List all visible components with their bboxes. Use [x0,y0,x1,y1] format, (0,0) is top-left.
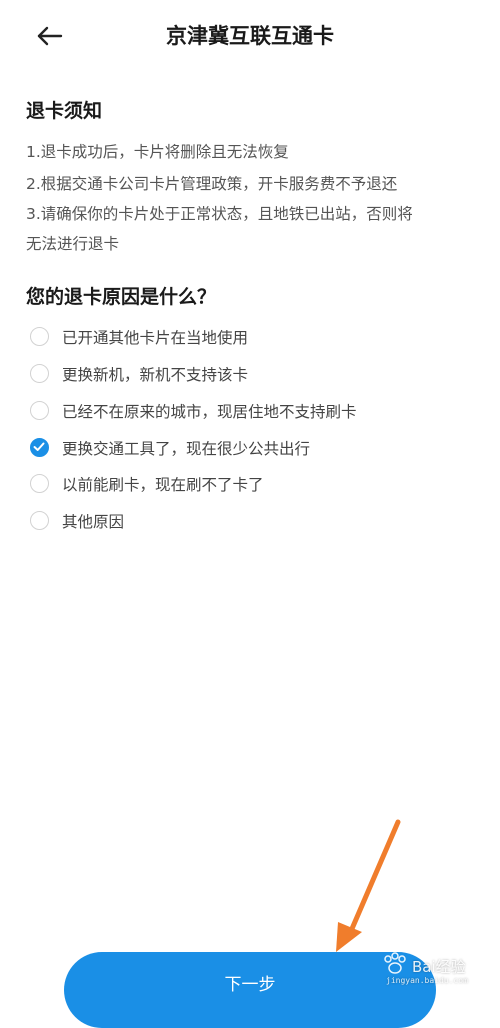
reason-option-label: 以前能刷卡，现在刷不了卡了 [62,476,264,494]
watermark-url: jingyan.baidu.com [386,976,468,985]
radio-unchecked-icon[interactable] [30,401,49,420]
reason-option-label: 已开通其他卡片在当地使用 [62,329,249,347]
reason-option-5[interactable]: 以前能刷卡，现在刷不了卡了 [30,469,470,499]
reason-option-6[interactable]: 其他原因 [30,506,470,536]
radio-unchecked-icon[interactable] [30,511,49,530]
reason-option-label: 更换新机，新机不支持该卡 [62,366,249,384]
checkmark-icon [33,442,45,451]
notice-title: 退卡须知 [26,100,103,122]
radio-unchecked-icon[interactable] [30,364,49,383]
baidu-paw-icon [384,952,406,974]
notice-line-2: 2.根据交通卡公司卡片管理政策，开卡服务费不予退还 [26,175,398,193]
reason-option-label: 更换交通工具了，现在很少公共出行 [62,440,311,458]
radio-unchecked-icon[interactable] [30,327,49,346]
header-bar: 京津冀互联互通卡 [0,0,500,70]
page-title: 京津冀互联互通卡 [166,24,334,48]
watermark: Bai经验 jingyan.baidu.com [372,950,498,990]
question-title: 您的退卡原因是什么？ [26,286,217,308]
notice-line-3: 3.请确保你的卡片处于正常状态，且地铁已出站，否则将 [26,205,413,223]
reason-option-label: 其他原因 [62,513,125,531]
radio-checked-icon[interactable] [30,438,49,457]
watermark-text: Bai经验 [412,958,466,976]
reason-option-3[interactable]: 已经不在原来的城市，现居住地不支持刷卡 [30,396,470,426]
reason-option-label: 已经不在原来的城市，现居住地不支持刷卡 [62,403,357,421]
annotation-arrow-icon [336,819,401,952]
notice-line-1: 1.退卡成功后，卡片将删除且无法恢复 [26,143,289,161]
notice-line-4: 无法进行退卡 [26,235,120,253]
reason-option-4[interactable]: 更换交通工具了，现在很少公共出行 [30,433,470,463]
radio-unchecked-icon[interactable] [30,474,49,493]
reason-option-2[interactable]: 更换新机，新机不支持该卡 [30,359,470,389]
reason-option-1[interactable]: 已开通其他卡片在当地使用 [30,322,470,352]
